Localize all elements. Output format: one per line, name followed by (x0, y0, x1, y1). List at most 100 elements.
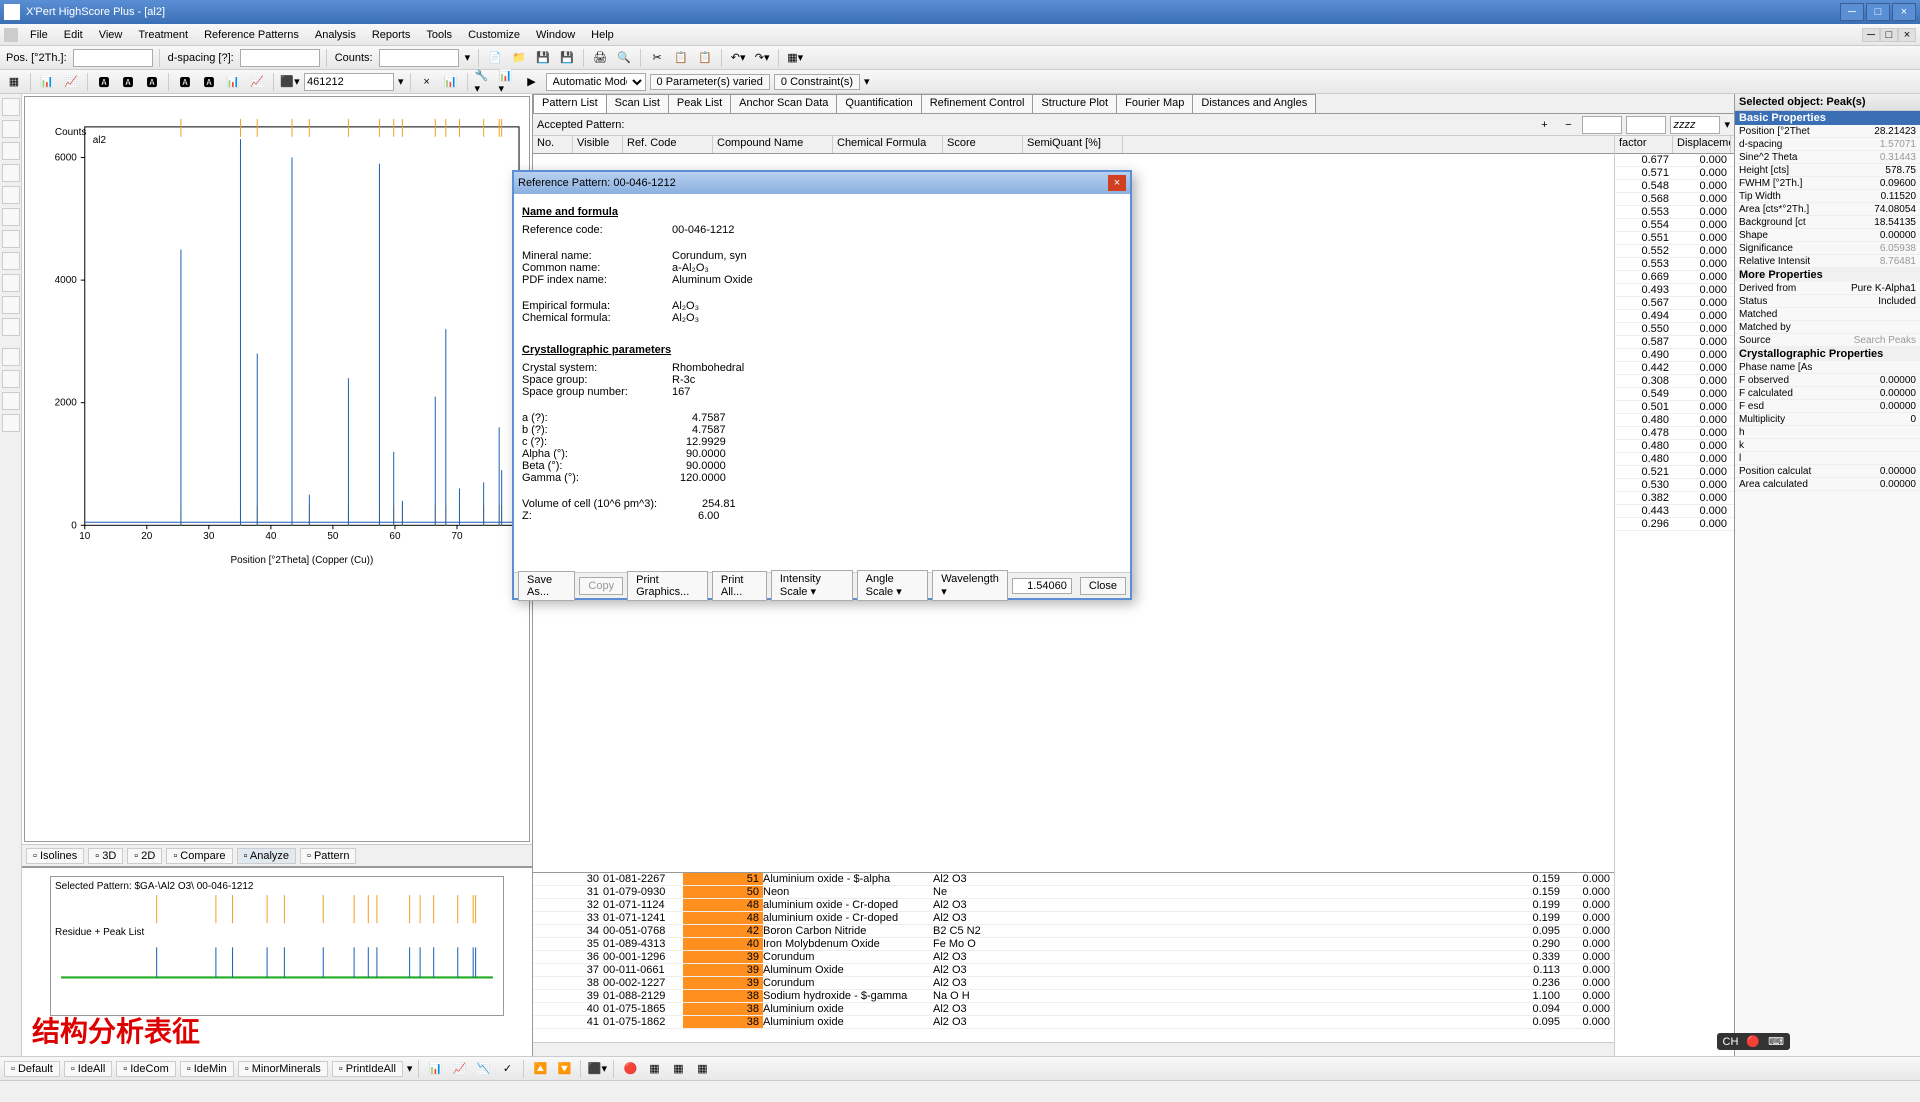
tb-btn-9[interactable]: 📋 (695, 48, 715, 68)
col-compound-name[interactable]: Compound Name (713, 136, 833, 153)
bt-btn-6[interactable]: 🔽 (554, 1059, 574, 1079)
sf-row[interactable]: 0.4430.000 (1615, 505, 1734, 518)
chart-tab-isolines[interactable]: ▫ Isolines (26, 848, 84, 864)
prop-row[interactable]: Relative Intensit8.76481 (1735, 255, 1920, 268)
col-score[interactable]: Score (943, 136, 1023, 153)
dropdown-icon[interactable]: ▾ (407, 1062, 413, 1075)
sf-row[interactable]: 0.3080.000 (1615, 375, 1734, 388)
menu-reports[interactable]: Reports (364, 27, 419, 43)
chart-tab-2d[interactable]: ▫ 2D (127, 848, 162, 864)
prop-row[interactable]: Matched by (1735, 321, 1920, 334)
maximize-button[interactable]: □ (1866, 3, 1890, 21)
vtool-7[interactable] (2, 230, 20, 248)
params-pill[interactable]: 0 Parameter(s) varied (650, 74, 770, 90)
bt-btn-7[interactable]: ⬛▾ (587, 1059, 607, 1079)
tb2-btn-9[interactable]: 📊 (223, 72, 243, 92)
print-graphics-button[interactable]: Print Graphics... (627, 571, 708, 601)
ime-indicator[interactable]: CH 🔴 ⌨ (1717, 1033, 1790, 1050)
chart-tab-analyze[interactable]: ▫ Analyze (237, 848, 296, 864)
sf-row[interactable]: 0.5010.000 (1615, 401, 1734, 414)
layout-default[interactable]: ▫ Default (4, 1061, 60, 1077)
chart-tab-compare[interactable]: ▫ Compare (166, 848, 232, 864)
menu-window[interactable]: Window (528, 27, 583, 43)
tb2-btn-5[interactable]: 🅰 (118, 72, 138, 92)
tb2-btn-4[interactable]: 🅰 (94, 72, 114, 92)
candidate-row[interactable]: 4101-075-186238Aluminium oxideAl2 O30.09… (533, 1016, 1614, 1029)
dialog-titlebar[interactable]: Reference Pattern: 00-046-1212 × (514, 172, 1130, 194)
tb2-btn-14[interactable]: 🔧▾ (474, 72, 494, 92)
menu-customize[interactable]: Customize (460, 27, 528, 43)
tab-structure-plot[interactable]: Structure Plot (1032, 94, 1117, 113)
tb2-btn-1[interactable]: ▦ (4, 72, 24, 92)
candidate-row[interactable]: 3901-088-212938Sodium hydroxide - $-gamm… (533, 990, 1614, 1003)
dropdown-icon[interactable]: ▾ (463, 51, 473, 64)
bt-btn-3[interactable]: 📉 (473, 1059, 493, 1079)
menu-help[interactable]: Help (583, 27, 622, 43)
vtool-5[interactable] (2, 186, 20, 204)
copy-button[interactable]: Copy (579, 577, 623, 595)
minimize-button[interactable]: ─ (1840, 3, 1864, 21)
vtool-1[interactable] (2, 98, 20, 116)
col-visible[interactable]: Visible (573, 136, 623, 153)
tb2-btn-3[interactable]: 📈 (61, 72, 81, 92)
col-no-[interactable]: No. (533, 136, 573, 153)
sf-row[interactable]: 0.4940.000 (1615, 310, 1734, 323)
sf-row[interactable]: 0.4780.000 (1615, 427, 1734, 440)
vtool-11[interactable] (2, 318, 20, 336)
candidate-row[interactable]: 3101-079-093050NeonNe0.1590.000 (533, 886, 1614, 899)
close-dialog-button[interactable]: Close (1080, 577, 1126, 595)
menu-file[interactable]: File (22, 27, 56, 43)
layout-ideall[interactable]: ▫ IdeAll (64, 1061, 112, 1077)
prop-row[interactable]: F esd0.00000 (1735, 400, 1920, 413)
sf-row[interactable]: 0.5520.000 (1615, 245, 1734, 258)
angle-scale-select[interactable]: Angle Scale ▾ (857, 570, 929, 601)
add-pattern-button[interactable]: + (1534, 115, 1554, 135)
bt-btn-10[interactable]: ▦ (668, 1059, 688, 1079)
bt-btn-11[interactable]: ▦ (692, 1059, 712, 1079)
tb-btn-4[interactable]: 💾 (557, 48, 577, 68)
sf-row[interactable]: 0.5530.000 (1615, 206, 1734, 219)
candidate-row[interactable]: 3800-002-122739CorundumAl2 O30.2360.000 (533, 977, 1614, 990)
mdi-maximize-button[interactable]: □ (1880, 28, 1898, 42)
menu-tools[interactable]: Tools (418, 27, 460, 43)
tab-anchor-scan-data[interactable]: Anchor Scan Data (730, 94, 837, 113)
candidate-row[interactable]: 3301-071-124148aluminium oxide - Cr-dope… (533, 912, 1614, 925)
prop-row[interactable]: F calculated0.00000 (1735, 387, 1920, 400)
sf-row[interactable]: 0.5490.000 (1615, 388, 1734, 401)
chart-tab-3d[interactable]: ▫ 3D (88, 848, 123, 864)
sf-row[interactable]: 0.2960.000 (1615, 518, 1734, 531)
filter-input-1[interactable] (1582, 116, 1622, 134)
prop-row[interactable]: d-spacing1.57071 (1735, 138, 1920, 151)
wavelength-select[interactable]: Wavelength ▾ (932, 570, 1008, 601)
save-as-button[interactable]: Save As... (518, 571, 575, 601)
prop-row[interactable]: StatusIncluded (1735, 295, 1920, 308)
layout-idecom[interactable]: ▫ IdeCom (116, 1061, 175, 1077)
sf-row[interactable]: 0.5480.000 (1615, 180, 1734, 193)
section-more[interactable]: More Properties (1735, 268, 1920, 282)
lower-chart[interactable]: Selected Pattern: $GA-\Al2 O3\ 00-046-12… (50, 876, 504, 1016)
bt-btn-1[interactable]: 📊 (425, 1059, 445, 1079)
candidate-row[interactable]: 3700-011-066139Aluminum OxideAl2 O30.113… (533, 964, 1614, 977)
candidate-row[interactable]: 3201-071-112448aluminium oxide - Cr-dope… (533, 899, 1614, 912)
mdi-close-button[interactable]: × (1898, 28, 1916, 42)
menu-view[interactable]: View (91, 27, 131, 43)
tb2-btn-13[interactable]: 📊 (441, 72, 461, 92)
prop-row[interactable]: Area calculated0.00000 (1735, 478, 1920, 491)
vtool-3[interactable] (2, 142, 20, 160)
counts-input[interactable] (379, 49, 459, 67)
prop-row[interactable]: Significance6.05938 (1735, 242, 1920, 255)
tb2-btn-16[interactable]: ▶ (522, 72, 542, 92)
tb2-btn-12[interactable]: × (417, 72, 437, 92)
sf-row[interactable]: 0.5670.000 (1615, 297, 1734, 310)
prop-row[interactable]: F observed0.00000 (1735, 374, 1920, 387)
print-all-button[interactable]: Print All... (712, 571, 767, 601)
dropdown-icon[interactable]: ▾ (398, 75, 404, 88)
prop-row[interactable]: Area [cts*°2Th.]74.08054 (1735, 203, 1920, 216)
menu-analysis[interactable]: Analysis (307, 27, 364, 43)
tb-btn-3[interactable]: 💾 (533, 48, 553, 68)
dropdown-icon[interactable]: ▾ (864, 75, 870, 88)
candidate-row[interactable]: 3400-051-076842Boron Carbon NitrideB2 C5… (533, 925, 1614, 938)
tb2-btn-8[interactable]: 🅰 (199, 72, 219, 92)
tb2-btn-10[interactable]: 📈 (247, 72, 267, 92)
sf-col-1[interactable]: factor (1615, 136, 1673, 153)
